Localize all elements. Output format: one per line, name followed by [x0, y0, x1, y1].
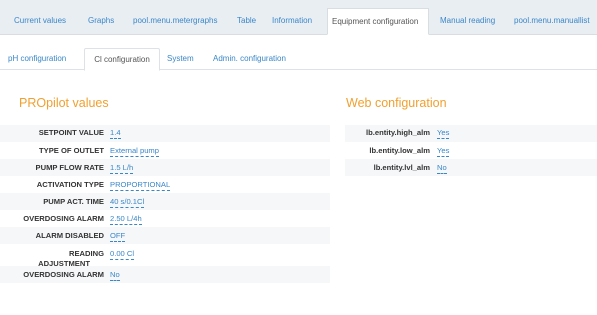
- tab-manual-reading[interactable]: Manual reading: [436, 8, 499, 34]
- pump-act-time-value[interactable]: 40 s/0.1Cl: [110, 197, 145, 208]
- alarm-disabled-label: ALARM DISABLED: [35, 231, 104, 240]
- sub-navigation: pH configuration Cl configuration System…: [0, 43, 597, 71]
- tab-system[interactable]: System: [163, 48, 198, 70]
- propilot-title: PROpilot values: [19, 96, 109, 110]
- outlet-label: TYPE OF OUTLET: [39, 146, 104, 155]
- high-alm-label: lb.entity.high_alm: [366, 128, 430, 137]
- tab-current-values[interactable]: Current values: [10, 8, 70, 34]
- setpoint-value[interactable]: 1.4: [110, 128, 121, 139]
- reading-label: READING: [68, 249, 104, 258]
- tab-ph-configuration[interactable]: pH configuration: [4, 48, 70, 70]
- overdosing-alarm-2-value[interactable]: No: [110, 270, 120, 281]
- flow-rate-label: PUMP FLOW RATE: [35, 163, 104, 172]
- activation-value[interactable]: PROPORTIONAL: [110, 180, 171, 191]
- flow-rate-value[interactable]: 1.5 L/h: [110, 163, 134, 174]
- outlet-value[interactable]: External pump: [110, 146, 159, 157]
- low-alm-value[interactable]: Yes: [437, 146, 450, 157]
- tab-table[interactable]: Table: [233, 8, 260, 34]
- tab-graphs[interactable]: Graphs: [84, 8, 118, 34]
- tab-manuallist[interactable]: pool.menu.manuallist: [510, 8, 594, 34]
- overdosing-alarm-2-label: OVERDOSING ALARM: [23, 270, 104, 279]
- web-config-title: Web configuration: [346, 96, 447, 110]
- low-alm-label: lb.entity.low_alm: [369, 146, 430, 155]
- row-setpoint-value: SETPOINT VALUE 1.4: [0, 128, 121, 142]
- tab-equipment-configuration[interactable]: Equipment configuration: [327, 8, 429, 35]
- activation-label: ACTIVATION TYPE: [36, 180, 104, 189]
- row-lvl-alm: lb.entity.lvl_alm No: [345, 163, 447, 177]
- row-activation-type: ACTIVATION TYPE PROPORTIONAL: [0, 180, 171, 194]
- row-pump-act-time: PUMP ACT. TIME 40 s/0.1Cl: [0, 197, 145, 211]
- lvl-alm-label: lb.entity.lvl_alm: [373, 163, 430, 172]
- row-alarm-disabled: ALARM DISABLED OFF: [0, 231, 126, 245]
- row-low-alm: lb.entity.low_alm Yes: [345, 146, 450, 160]
- reading-adjustment-value[interactable]: 0.00 Cl: [110, 249, 135, 260]
- tab-admin-configuration[interactable]: Admin. configuration: [209, 48, 290, 70]
- row-overdosing-alarm-2: OVERDOSING ALARM No: [0, 270, 120, 284]
- row-overdosing-alarm: OVERDOSING ALARM 2.50 L/4h: [0, 214, 142, 228]
- tab-information[interactable]: Information: [268, 8, 316, 34]
- pump-act-time-label: PUMP ACT. TIME: [43, 197, 104, 206]
- high-alm-value[interactable]: Yes: [437, 128, 450, 139]
- adjustment-label: ADJUSTMENT: [38, 259, 90, 268]
- overdosing-alarm-label: OVERDOSING ALARM: [23, 214, 104, 223]
- row-type-of-outlet: TYPE OF OUTLET External pump: [0, 146, 159, 160]
- content-panel: pH configuration Cl configuration System…: [0, 35, 597, 315]
- overdosing-alarm-value[interactable]: 2.50 L/4h: [110, 214, 142, 225]
- alarm-disabled-value[interactable]: OFF: [110, 231, 126, 242]
- row-pump-flow-rate: PUMP FLOW RATE 1.5 L/h: [0, 163, 134, 177]
- tab-cl-configuration[interactable]: Cl configuration: [84, 48, 160, 71]
- setpoint-label: SETPOINT VALUE: [38, 128, 104, 137]
- top-navigation: Current values Graphs pool.menu.metergra…: [0, 8, 597, 35]
- row-high-alm: lb.entity.high_alm Yes: [345, 128, 450, 142]
- tab-metergraphs[interactable]: pool.menu.metergraphs: [129, 8, 222, 34]
- lvl-alm-value[interactable]: No: [437, 163, 447, 174]
